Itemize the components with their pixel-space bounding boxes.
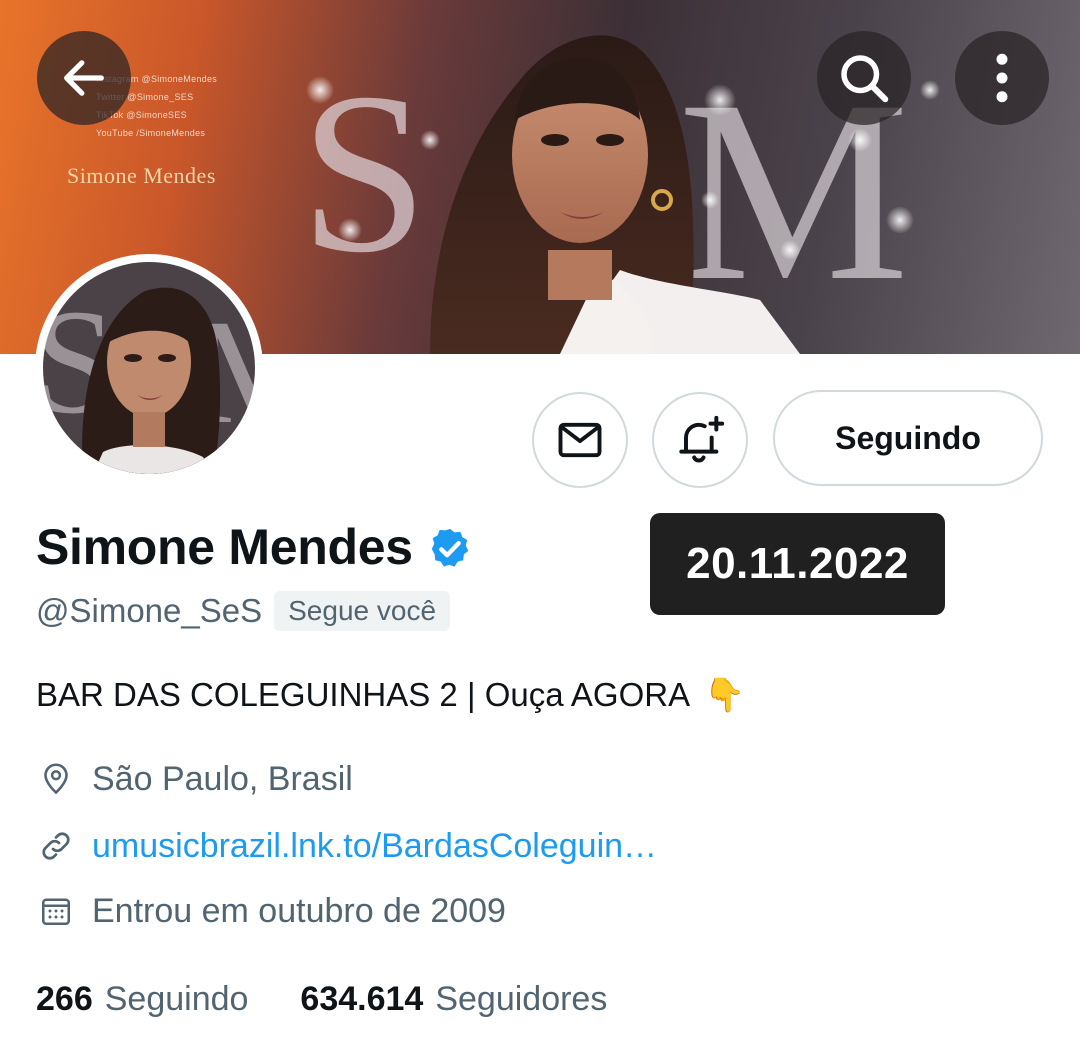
- profile-name: Simone Mendes: [36, 519, 413, 575]
- profile-joined-date: Entrou em outubro de 2009: [36, 888, 506, 934]
- back-button[interactable]: [37, 31, 131, 125]
- location-pin-icon: [36, 759, 76, 799]
- location-text: São Paulo, Brasil: [92, 759, 353, 798]
- profile-stats: 266 Seguindo 634.614 Seguidores: [36, 974, 607, 1024]
- follows-you-badge: Segue você: [274, 591, 451, 631]
- joined-text: Entrou em outubro de 2009: [92, 891, 506, 930]
- notifications-button[interactable]: [652, 392, 748, 488]
- following-label: Seguindo: [104, 979, 249, 1018]
- calendar-icon: [36, 891, 76, 931]
- profile-location: São Paulo, Brasil: [36, 756, 353, 802]
- followers-count: 634.614: [300, 979, 424, 1018]
- bio-text: BAR DAS COLEGUINHAS 2 | Ouça AGORA: [36, 676, 691, 713]
- link-icon: [36, 826, 76, 866]
- pointing-down-emoji: 👇: [704, 675, 746, 713]
- avatar-image: S M: [43, 262, 255, 474]
- envelope-icon: [558, 422, 602, 458]
- message-button[interactable]: [532, 392, 628, 488]
- profile-avatar[interactable]: S M: [35, 254, 263, 482]
- more-vertical-icon: [996, 53, 1008, 103]
- following-count: 266: [36, 979, 93, 1018]
- following-button[interactable]: Seguindo: [773, 390, 1043, 486]
- arrow-left-icon: [64, 60, 104, 96]
- search-button[interactable]: [817, 31, 911, 125]
- profile-website[interactable]: umusicbrazil.lnk.to/BardasColeguin…: [36, 823, 657, 869]
- profile-handle: @Simone_SeS: [36, 592, 263, 629]
- followers-stat[interactable]: 634.614 Seguidores: [300, 980, 607, 1019]
- profile-handle-row: @Simone_SeS Segue você: [36, 588, 451, 634]
- profile-bio: BAR DAS COLEGUINHAS 2 | Ouça AGORA 👇: [36, 672, 745, 718]
- banner-signature: Simone Mendes: [67, 163, 216, 188]
- verified-badge-icon[interactable]: [427, 526, 473, 572]
- profile-name-row: Simone Mendes: [36, 514, 473, 580]
- more-options-button[interactable]: [955, 31, 1049, 125]
- followers-label: Seguidores: [435, 979, 608, 1018]
- following-stat[interactable]: 266 Seguindo: [36, 980, 248, 1019]
- website-link[interactable]: umusicbrazil.lnk.to/BardasColeguin…: [92, 827, 657, 866]
- search-icon: [841, 55, 889, 103]
- bell-plus-icon: [679, 415, 725, 463]
- date-overlay-badge: 20.11.2022: [650, 513, 945, 615]
